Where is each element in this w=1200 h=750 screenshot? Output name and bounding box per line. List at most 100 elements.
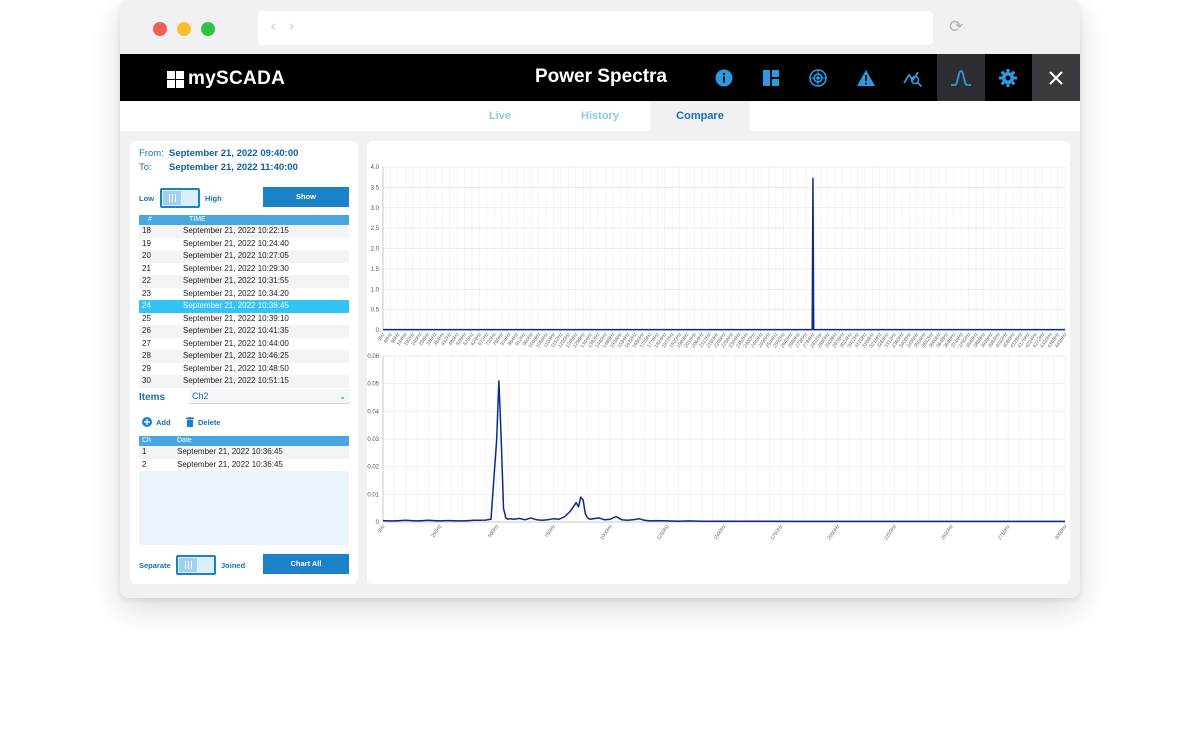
x-tick-label: 250Hz bbox=[430, 523, 443, 539]
row-number: 19 bbox=[142, 238, 151, 248]
col-date: Date bbox=[177, 437, 192, 444]
logo-mark-icon bbox=[167, 70, 184, 88]
close-window-button[interactable] bbox=[153, 22, 167, 36]
tab-bar: Live History Compare bbox=[120, 101, 1080, 131]
tab-compare[interactable]: Compare bbox=[650, 101, 750, 131]
items-table-header: Ch Date bbox=[139, 436, 349, 446]
row-number: 18 bbox=[142, 226, 151, 235]
maximize-window-button[interactable] bbox=[201, 22, 215, 36]
app-window: ‹ › ⟳ mySCADA Power Spectra Live History… bbox=[120, 0, 1080, 598]
items-selected-value: Ch2 bbox=[192, 391, 209, 401]
item-date: September 21, 2022 10:36:45 bbox=[177, 459, 283, 469]
row-time: September 21, 2022 10:27:05 bbox=[183, 251, 289, 260]
table-row[interactable]: 26 September 21, 2022 10:41:35 bbox=[139, 325, 349, 338]
y-tick-label: 0.04 bbox=[367, 409, 379, 415]
quality-toggle[interactable] bbox=[160, 188, 200, 208]
x-tick-label: 2750Hz bbox=[997, 523, 1012, 541]
info-button[interactable] bbox=[700, 54, 748, 101]
trash-icon bbox=[186, 417, 194, 427]
row-time: September 21, 2022 10:34:20 bbox=[183, 288, 289, 298]
table-row[interactable]: 19 September 21, 2022 10:24:40 bbox=[139, 237, 349, 250]
items-select[interactable]: Ch2 ⌄ bbox=[189, 389, 350, 404]
power-spectra-button[interactable] bbox=[937, 54, 985, 101]
separate-label: Separate bbox=[139, 561, 171, 570]
from-value[interactable]: September 21, 2022 09:40:00 bbox=[169, 148, 298, 159]
high-label: High bbox=[205, 194, 222, 203]
trends-button[interactable] bbox=[889, 54, 937, 101]
row-time: September 21, 2022 10:39:10 bbox=[183, 313, 289, 323]
y-tick-label: 0.03 bbox=[367, 437, 379, 443]
page-title: Power Spectra bbox=[535, 66, 667, 87]
add-button[interactable]: Add bbox=[142, 417, 171, 427]
x-tick-label: 1500Hz bbox=[713, 523, 728, 541]
add-label: Add bbox=[156, 417, 171, 427]
items-table: Ch Date 1 September 21, 2022 10:36:45 2 Sep… bbox=[139, 436, 349, 545]
tab-live[interactable]: Live bbox=[450, 101, 550, 131]
row-number: 20 bbox=[142, 251, 151, 260]
table-row[interactable]: 30 September 21, 2022 10:51:15 bbox=[139, 375, 349, 388]
y-tick-label: 1.5 bbox=[371, 267, 380, 273]
minimize-window-button[interactable] bbox=[177, 22, 191, 36]
row-time: September 21, 2022 10:24:40 bbox=[183, 238, 289, 248]
x-tick-label: 1750Hz bbox=[770, 523, 785, 541]
table-row-selected[interactable]: 24 September 21, 2022 10:36:45 bbox=[139, 300, 349, 313]
col-number: # bbox=[148, 216, 152, 223]
table-row[interactable]: 21 September 21, 2022 10:29:30 bbox=[139, 262, 349, 275]
row-time: September 21, 2022 10:22:15 bbox=[183, 226, 289, 235]
settings-button[interactable] bbox=[984, 54, 1032, 101]
row-number: 24 bbox=[142, 301, 151, 310]
list-item[interactable]: 1 September 21, 2022 10:36:45 bbox=[139, 446, 349, 459]
y-tick-label: 3.0 bbox=[371, 206, 380, 212]
row-number: 22 bbox=[142, 276, 151, 285]
spectrum-charts[interactable]: 00.51.01.52.02.53.03.54.00Hz48Hz96Hz144H… bbox=[367, 141, 1070, 584]
y-tick-label: 0.06 bbox=[367, 354, 379, 360]
table-row[interactable]: 18 September 21, 2022 10:22:15 bbox=[139, 225, 349, 238]
alarms-button[interactable] bbox=[842, 54, 890, 101]
table-row[interactable]: 29 September 21, 2022 10:48:50 bbox=[139, 362, 349, 375]
chevron-down-icon: ⌄ bbox=[339, 392, 346, 401]
y-tick-label: 0.01 bbox=[367, 492, 379, 498]
y-tick-label: 1.0 bbox=[371, 287, 380, 293]
x-tick-label: 1250Hz bbox=[656, 523, 671, 541]
x-tick-label: 3000Hz bbox=[1054, 523, 1069, 541]
y-tick-label: 0.5 bbox=[371, 308, 380, 314]
table-row[interactable]: 25 September 21, 2022 10:39:10 bbox=[139, 312, 349, 325]
toggle-knob bbox=[179, 558, 197, 572]
dashboard-button[interactable] bbox=[747, 54, 795, 101]
tab-history[interactable]: History bbox=[550, 101, 650, 131]
address-bar[interactable]: ‹ › bbox=[258, 11, 933, 45]
delete-button[interactable]: Delete bbox=[186, 417, 221, 427]
x-tick-label: 2250Hz bbox=[883, 523, 898, 541]
row-time: September 21, 2022 10:46:25 bbox=[183, 351, 289, 360]
row-number: 29 bbox=[142, 363, 151, 373]
table-row[interactable]: 27 September 21, 2022 10:44:00 bbox=[139, 337, 349, 350]
row-number: 30 bbox=[142, 376, 151, 385]
col-channel: Ch bbox=[142, 437, 151, 444]
to-value[interactable]: September 21, 2022 11:40:00 bbox=[169, 162, 298, 173]
trend-icon bbox=[903, 71, 923, 87]
joined-label: Joined bbox=[221, 561, 246, 570]
row-number: 21 bbox=[142, 263, 151, 273]
layout-toggle[interactable] bbox=[176, 555, 216, 575]
to-label: To: bbox=[139, 162, 152, 173]
reload-icon[interactable]: ⟳ bbox=[949, 17, 963, 37]
settings-icon bbox=[999, 68, 1017, 87]
close-icon bbox=[1049, 70, 1063, 85]
list-item[interactable]: 2 September 21, 2022 10:36:45 bbox=[139, 458, 349, 471]
chart-all-button[interactable]: Chart All bbox=[263, 554, 349, 574]
spectrum-icon bbox=[951, 69, 971, 86]
row-number: 27 bbox=[142, 338, 151, 348]
back-forward-icon[interactable]: ‹ › bbox=[270, 17, 299, 35]
table-row[interactable]: 28 September 21, 2022 10:46:25 bbox=[139, 350, 349, 363]
table-row[interactable]: 23 September 21, 2022 10:34:20 bbox=[139, 287, 349, 300]
close-button[interactable] bbox=[1032, 54, 1080, 101]
row-number: 23 bbox=[142, 288, 151, 298]
row-time: September 21, 2022 10:29:30 bbox=[183, 263, 289, 273]
table-row[interactable]: 20 September 21, 2022 10:27:05 bbox=[139, 250, 349, 263]
row-time: September 21, 2022 10:31:55 bbox=[183, 276, 289, 285]
y-tick-label: 0.05 bbox=[367, 382, 379, 388]
row-number: 25 bbox=[142, 313, 151, 323]
table-row[interactable]: 22 September 21, 2022 10:31:55 bbox=[139, 275, 349, 288]
show-button[interactable]: Show bbox=[263, 187, 349, 207]
network-button[interactable] bbox=[794, 54, 842, 101]
